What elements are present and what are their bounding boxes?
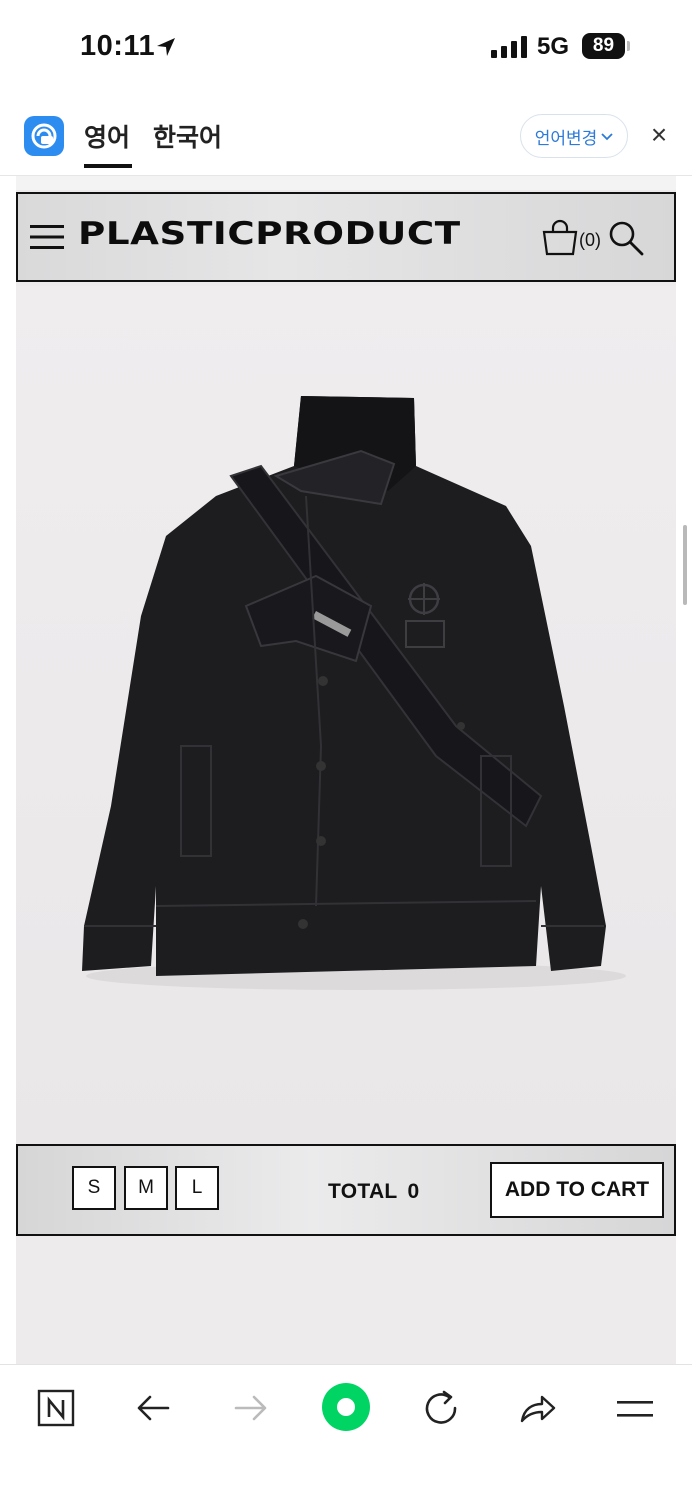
- green-dot-icon[interactable]: [320, 1381, 372, 1433]
- product-image[interactable]: [16, 286, 676, 1146]
- shopping-bag-icon[interactable]: [541, 218, 579, 256]
- total-value: 0: [407, 1180, 420, 1203]
- cellular-signal-icon: [491, 36, 527, 58]
- purchase-bar: S M L TOTAL 0 ADD TO CART: [16, 1144, 676, 1236]
- reload-icon[interactable]: [420, 1387, 464, 1431]
- search-icon[interactable]: [608, 220, 644, 256]
- brand-logo[interactable]: PLASTICPRODUCT: [78, 216, 461, 252]
- web-page: PLASTICPRODUCT (0) S M L TOTAL 0 ADD TO …: [16, 176, 676, 1364]
- total-display: TOTAL 0: [328, 1180, 420, 1204]
- total-label: TOTAL: [328, 1180, 398, 1203]
- add-to-cart-button[interactable]: ADD TO CART: [490, 1162, 664, 1218]
- change-language-button[interactable]: 언어변경: [520, 114, 628, 158]
- page-scrollbar[interactable]: [683, 525, 687, 605]
- tab-english[interactable]: 영어: [84, 118, 133, 168]
- status-time: 10:11: [80, 30, 156, 62]
- hamburger-menu-icon[interactable]: [30, 224, 64, 250]
- network-type: 5G: [537, 33, 570, 60]
- battery-level: 89: [582, 33, 625, 59]
- cart-count[interactable]: (0): [579, 230, 601, 251]
- page-top-strip: [16, 176, 676, 190]
- tab-korean[interactable]: 한국어: [153, 118, 222, 154]
- close-translator-button[interactable]: ×: [646, 120, 672, 150]
- battery-tip: [627, 41, 630, 51]
- size-option-l[interactable]: L: [175, 1166, 219, 1210]
- translator-bar: 영어 한국어 언어변경 ×: [0, 96, 692, 176]
- share-icon[interactable]: [516, 1387, 560, 1431]
- browser-toolbar: [0, 1364, 692, 1500]
- change-language-label: 언어변경: [534, 128, 598, 148]
- chevron-down-icon: [601, 133, 613, 141]
- menu-icon[interactable]: [613, 1387, 657, 1431]
- status-bar: 10:11 5G 89: [0, 0, 692, 96]
- size-option-m[interactable]: M: [124, 1166, 168, 1210]
- forward-arrow-icon[interactable]: [228, 1387, 272, 1431]
- back-arrow-icon[interactable]: [132, 1387, 176, 1431]
- location-arrow-icon: [157, 38, 175, 56]
- battery-icon: 89: [582, 33, 630, 59]
- translator-logo-icon: [24, 116, 64, 156]
- naver-n-icon[interactable]: [35, 1387, 79, 1431]
- site-header: PLASTICPRODUCT (0): [16, 192, 676, 282]
- size-option-s[interactable]: S: [72, 1166, 116, 1210]
